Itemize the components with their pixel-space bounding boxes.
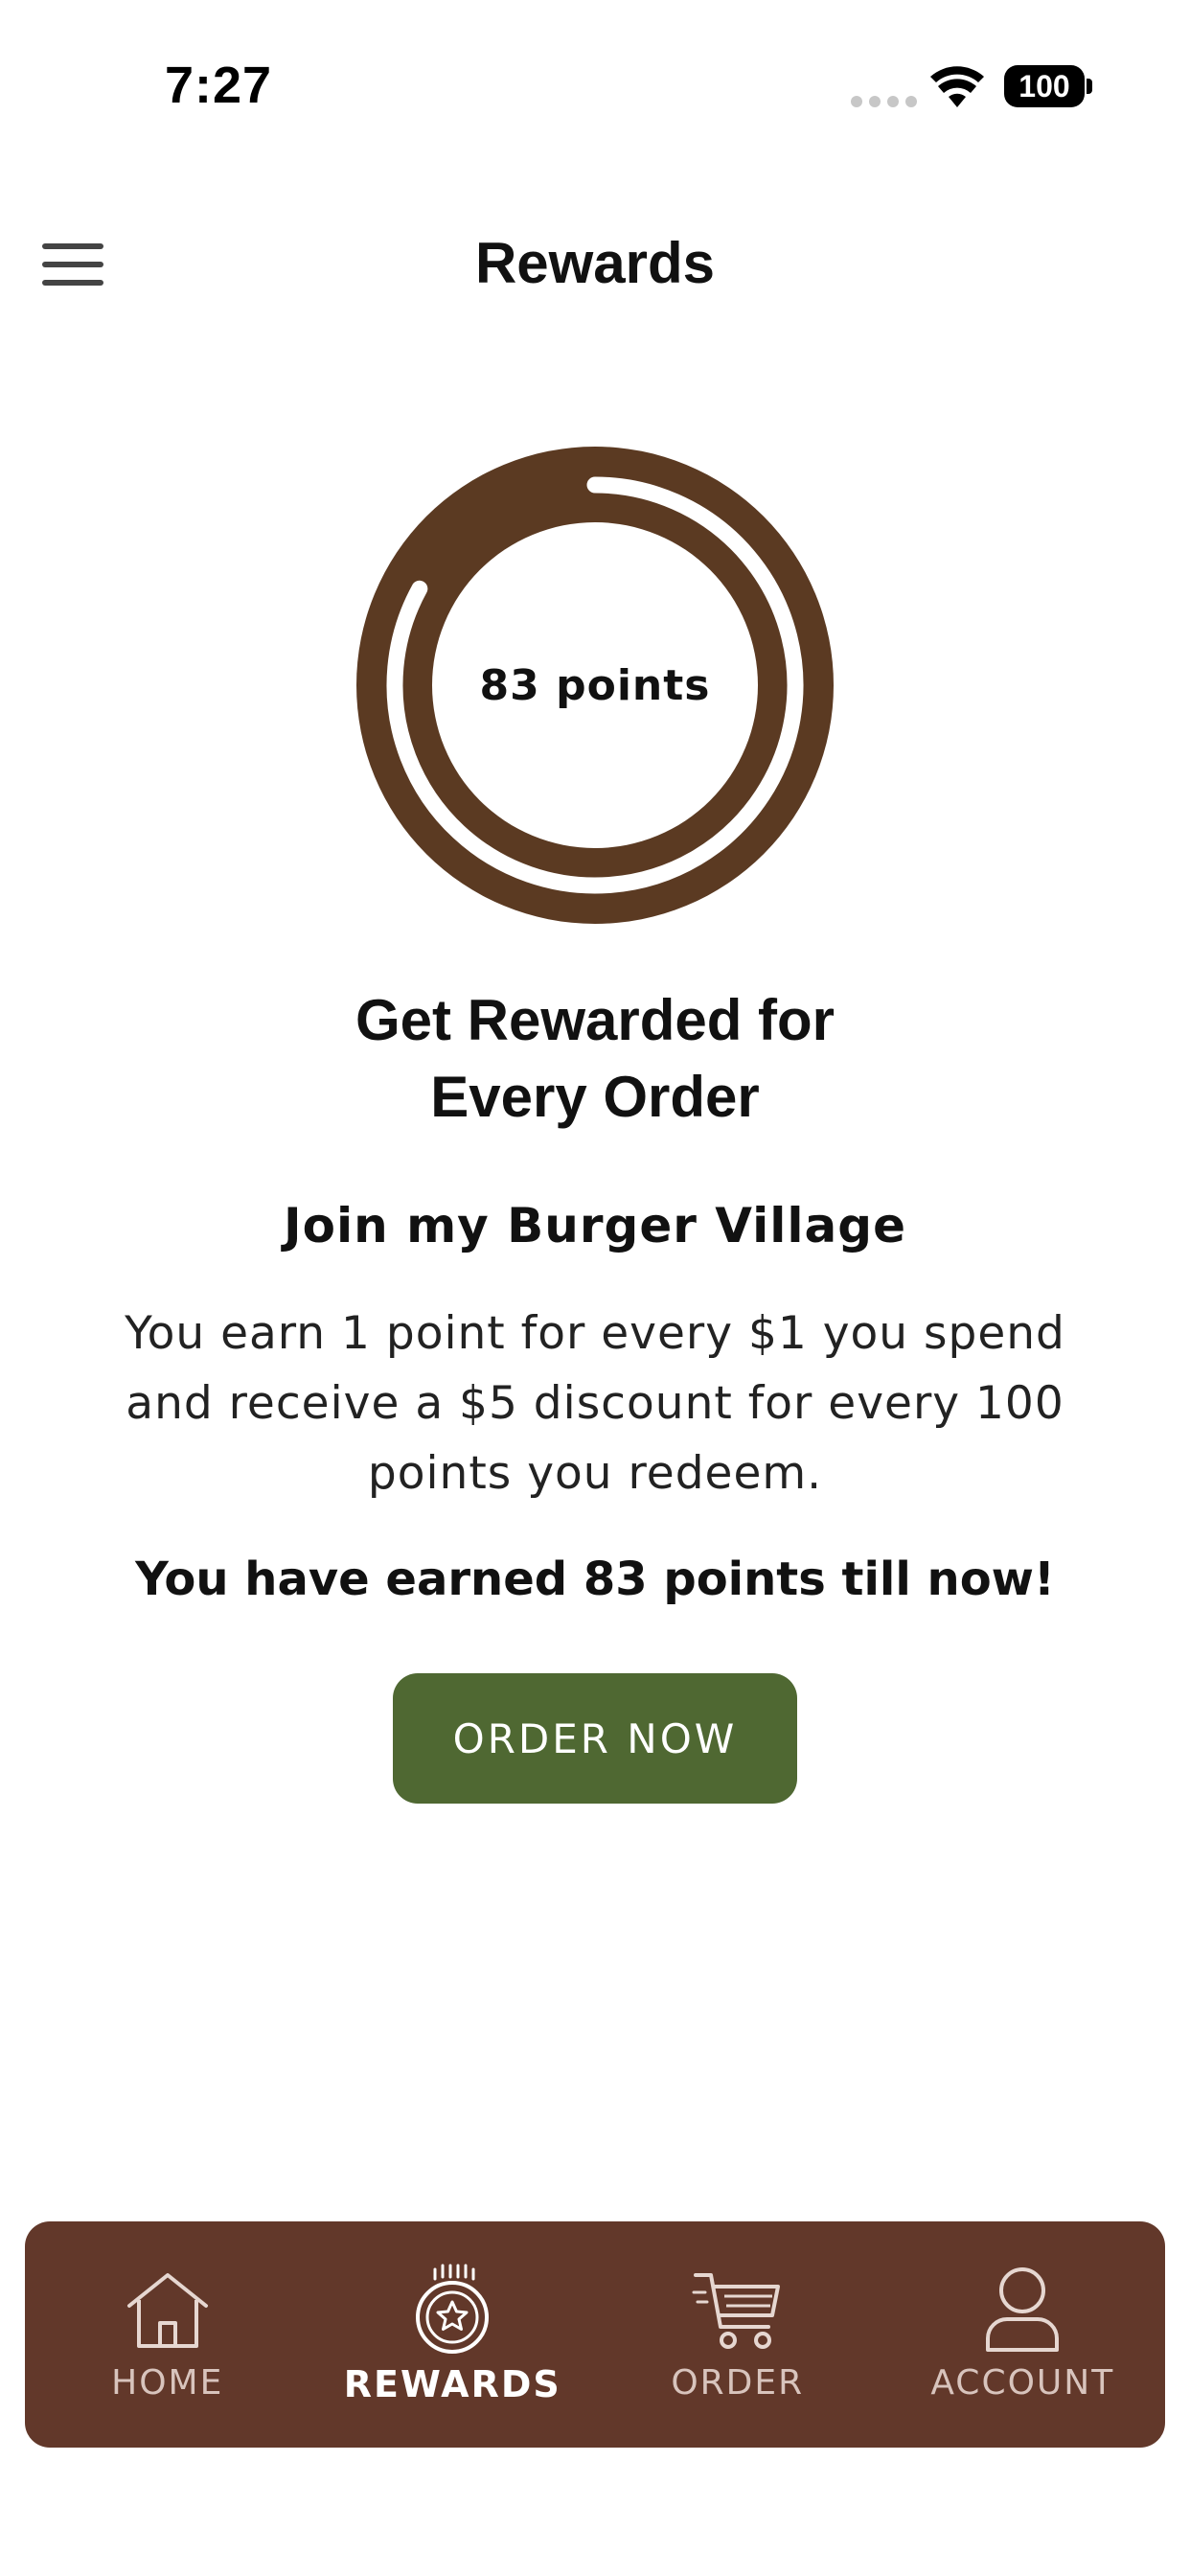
cart-icon [692, 2273, 780, 2349]
points-progress-ring: 83 points [356, 447, 834, 924]
battery-indicator: 100 [1004, 65, 1085, 107]
rewards-badge-icon [416, 2264, 490, 2354]
nav-item-home[interactable]: HOME [25, 2221, 310, 2448]
battery-cap [1087, 79, 1092, 94]
home-icon [126, 2273, 208, 2348]
program-description: You earn 1 point for every $1 you spend … [125, 1307, 1065, 1500]
nav-item-account[interactable]: ACCOUNT [881, 2221, 1166, 2448]
nav-item-order[interactable]: ORDER [595, 2221, 881, 2448]
nav-label-home: HOME [111, 2363, 224, 2403]
status-time: 7:27 [165, 57, 273, 114]
rewards-headline: Get Rewarded for Every Order [0, 982, 1190, 1136]
headline-line-2: Every Order [430, 1065, 760, 1129]
nav-label-rewards: REWARDS [343, 2363, 561, 2405]
program-subheading: Join my Burger Village [283, 1198, 906, 1254]
user-icon [986, 2267, 1060, 2352]
status-bar: 7:27 100 [0, 0, 1190, 172]
header: Rewards [0, 201, 1190, 326]
cellular-signal-icon [851, 96, 917, 107]
battery-level: 100 [1018, 68, 1070, 104]
order-now-button[interactable]: ORDER NOW [393, 1673, 797, 1804]
points-label: 83 points [479, 660, 711, 710]
wifi-icon [930, 66, 984, 107]
nav-label-account: ACCOUNT [930, 2363, 1115, 2403]
nav-label-order: ORDER [671, 2363, 805, 2403]
bottom-navigation: HOME REWARDS ORDER ACCOUNT [25, 2221, 1165, 2448]
nav-item-rewards[interactable]: REWARDS [310, 2221, 596, 2448]
earned-points-message: You have earned 83 points till now! [135, 1552, 1055, 1606]
headline-line-1: Get Rewarded for [355, 988, 835, 1052]
page-title: Rewards [474, 231, 716, 295]
